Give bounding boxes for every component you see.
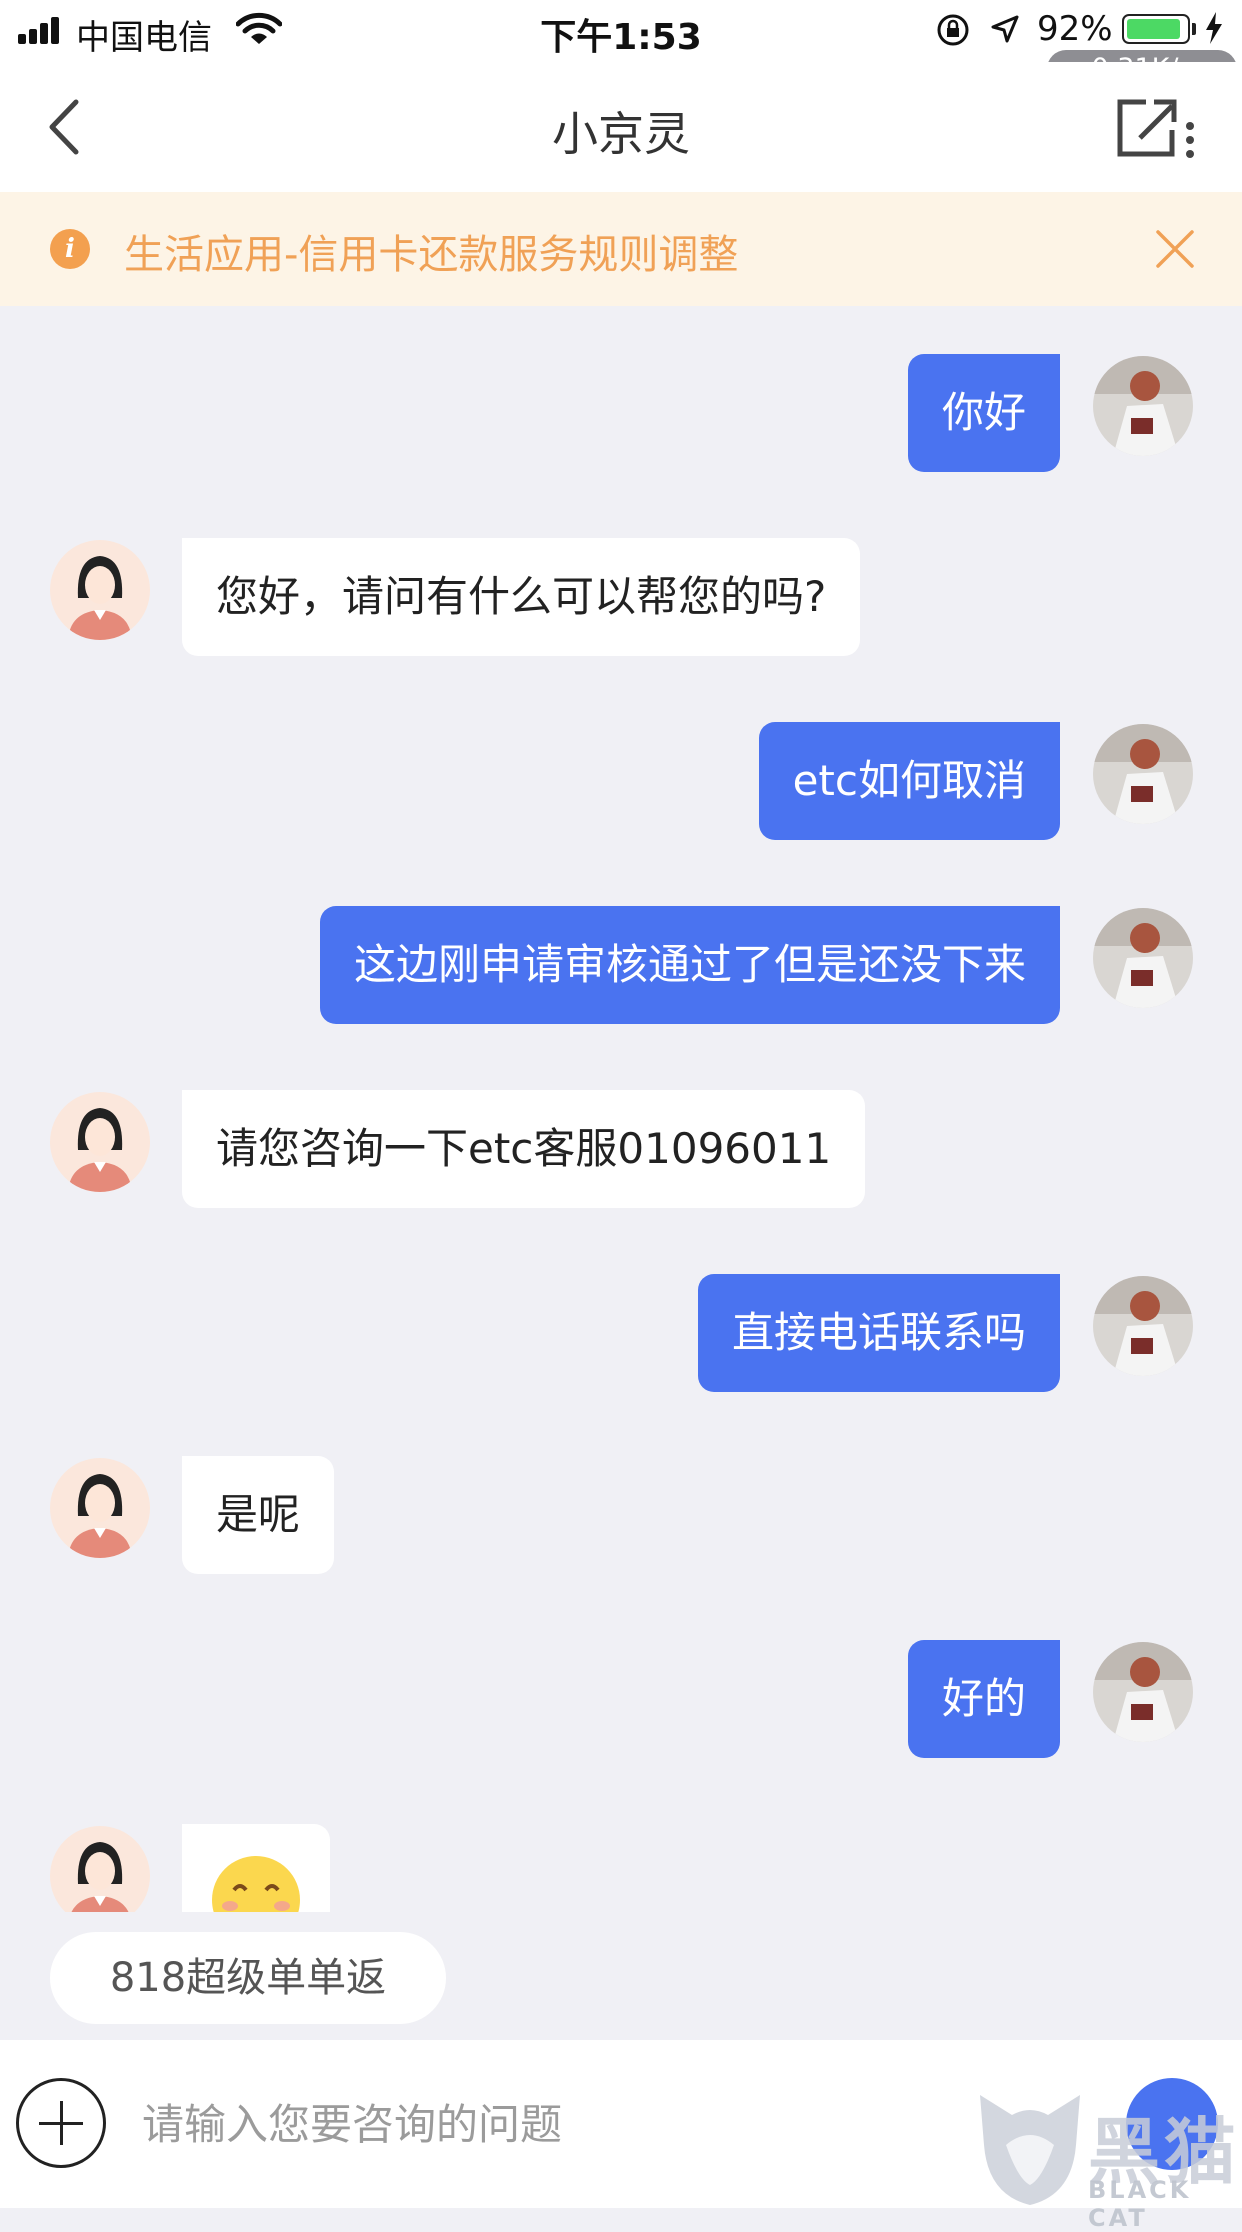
message-outgoing: 直接电话联系吗 xyxy=(0,1274,1242,1394)
add-button[interactable] xyxy=(16,2078,106,2168)
message-bubble[interactable]: 这边刚申请审核通过了但是还没下来 xyxy=(319,906,1060,1024)
user-avatar[interactable] xyxy=(1093,356,1193,456)
battery-percent: 92% xyxy=(1037,9,1113,49)
bot-avatar xyxy=(50,1092,150,1192)
share-menu-icon xyxy=(1117,99,1194,158)
battery-cap xyxy=(1192,23,1196,35)
message-bubble[interactable]: 请您咨询一下etc客服01096011 xyxy=(182,1090,866,1208)
message-incoming: 请您咨询一下etc客服01096011 xyxy=(0,1090,1242,1210)
user-avatar[interactable] xyxy=(1093,724,1193,824)
chat-list[interactable]: 你好 您好，请问有什么可以帮您的吗? etc如何取消 这边刚申请审核通过了但是还… xyxy=(0,306,1242,1912)
message-bubble[interactable]: etc如何取消 xyxy=(758,722,1060,840)
message-outgoing: etc如何取消 xyxy=(0,722,1242,842)
message-bubble[interactable]: 你好 xyxy=(907,354,1060,472)
message-bubble[interactable]: 您好，请问有什么可以帮您的吗? xyxy=(182,538,861,656)
battery-icon xyxy=(1122,14,1190,44)
notice-text: 生活应用-信用卡还款服务规则调整 xyxy=(124,232,739,278)
quick-reply-chip[interactable]: 818超级单单返 xyxy=(50,1932,446,2024)
bot-avatar xyxy=(50,1458,150,1558)
location-icon xyxy=(991,15,1019,43)
message-bubble[interactable]: 是呢 xyxy=(182,1456,335,1574)
bot-avatar xyxy=(50,540,150,640)
message-outgoing: 这边刚申请审核通过了但是还没下来 xyxy=(0,906,1242,1026)
message-incoming xyxy=(0,1824,1242,1912)
message-outgoing: 你好 xyxy=(0,354,1242,474)
message-incoming: 您好，请问有什么可以帮您的吗? xyxy=(0,538,1242,658)
share-menu-button[interactable] xyxy=(1116,94,1196,164)
bot-avatar xyxy=(50,1826,150,1912)
info-icon: i xyxy=(50,229,90,269)
nav-bar: 小京灵 xyxy=(0,62,1242,192)
battery-level xyxy=(1127,19,1181,39)
status-bar: 中国电信 下午1:53 92% 0.31K/s xyxy=(0,0,1242,88)
rotation-lock-icon xyxy=(937,14,969,46)
smile-emoji-icon xyxy=(212,1856,300,1912)
user-avatar[interactable] xyxy=(1093,908,1193,1008)
page-title: 小京灵 xyxy=(552,107,690,161)
watermark-subtext: BLACK CAT xyxy=(1088,2176,1192,2232)
message-incoming: 是呢 xyxy=(0,1456,1242,1576)
notice-banner[interactable]: i 生活应用-信用卡还款服务规则调整 xyxy=(0,192,1242,306)
message-bubble[interactable] xyxy=(182,1824,330,1912)
user-avatar[interactable] xyxy=(1093,1276,1193,1376)
message-bubble[interactable]: 直接电话联系吗 xyxy=(697,1274,1060,1392)
user-avatar[interactable] xyxy=(1093,1642,1193,1742)
charging-bolt-icon xyxy=(1206,12,1222,44)
message-bubble[interactable]: 好的 xyxy=(907,1640,1060,1758)
message-outgoing: 好的 xyxy=(0,1640,1242,1760)
close-icon[interactable] xyxy=(1154,228,1196,270)
message-input[interactable] xyxy=(140,2088,944,2160)
